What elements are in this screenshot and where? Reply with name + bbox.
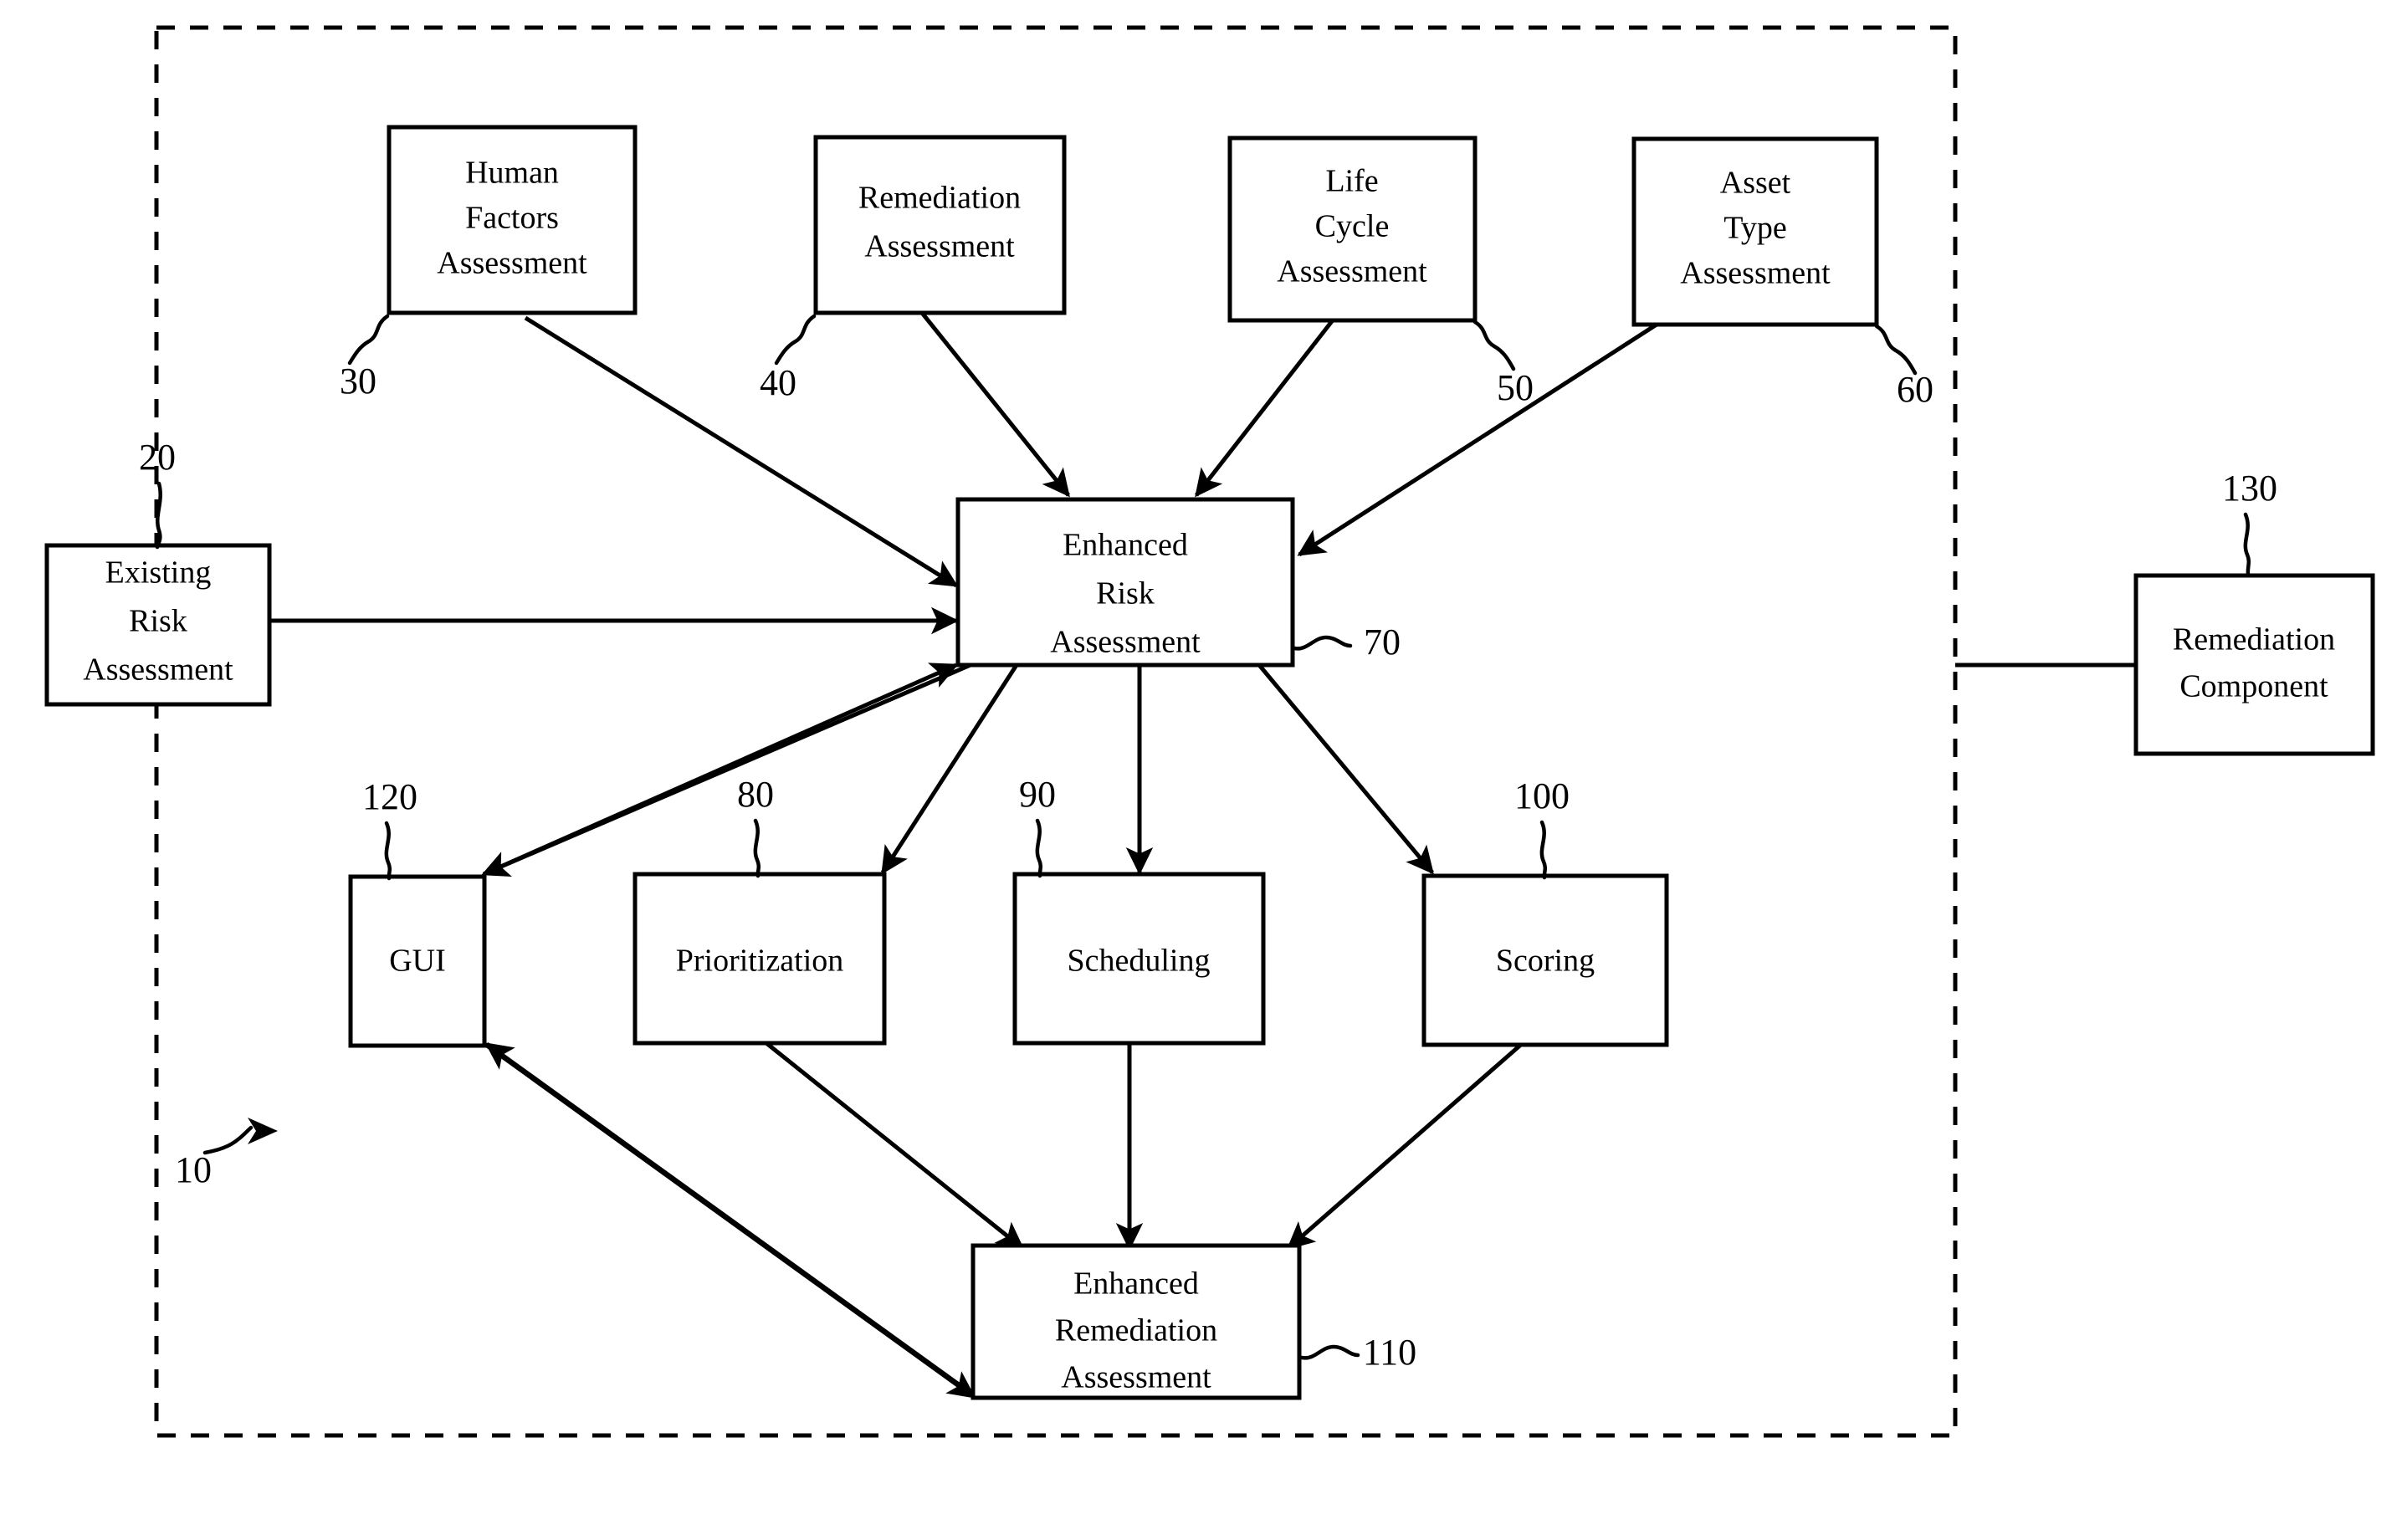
box-enhanced-risk-assessment[interactable]: Enhanced Risk Assessment: [955, 497, 1295, 668]
box-enhanced-remediation-assessment[interactable]: Enhanced Remediation Assessment: [971, 1243, 1302, 1400]
human-factors-line-2: Factors: [465, 201, 559, 236]
connector-prioritization-to-erema: [765, 1041, 1025, 1250]
remediation-component-line-2: Component: [2179, 669, 2328, 704]
existing-risk-line-2: Risk: [129, 604, 187, 639]
box-remediation-assessment[interactable]: Remediation Assessment: [813, 135, 1067, 315]
ref-numeral-scheduling: 90: [1019, 774, 1056, 878]
box-life-cycle-assessment[interactable]: Life Cycle Assessment: [1227, 136, 1478, 323]
asset-type-line-2: Type: [1723, 211, 1786, 246]
box-asset-type-assessment[interactable]: Asset Type Assessment: [1631, 136, 1879, 327]
remediation-assessment-line-1: Remediation: [858, 181, 1021, 216]
prioritization-label: Prioritization: [676, 944, 844, 979]
patent-figure: Existing Risk Assessment Human Factors A…: [0, 0, 2402, 1540]
existing-risk-line-1: Existing: [105, 555, 212, 591]
connector-remediation-assessment-to-era: [920, 311, 1070, 498]
existing-risk-line-3: Assessment: [83, 652, 233, 688]
ref-label-30: 30: [340, 361, 376, 402]
ref-numeral-scoring: 100: [1514, 775, 1570, 880]
box-remediation-component[interactable]: Remediation Component: [2133, 573, 2375, 756]
human-factors-line-1: Human: [465, 156, 559, 191]
asset-type-line-1: Asset: [1720, 166, 1791, 201]
ref-numeral-asset-type: 60: [1874, 324, 1933, 410]
ref-label-100: 100: [1514, 775, 1570, 816]
box-gui[interactable]: GUI: [348, 874, 487, 1048]
ref-numeral-prioritization: 80: [737, 774, 774, 878]
ref-label-110: 110: [1363, 1332, 1416, 1373]
enhanced-risk-line-2: Risk: [1096, 576, 1155, 611]
connector-gui-to-era: [482, 663, 959, 877]
box-scoring[interactable]: Scoring: [1421, 873, 1669, 1047]
ref-numeral-life-cycle: 50: [1472, 320, 1534, 408]
ref-label-50: 50: [1497, 367, 1534, 408]
box-human-factors-assessment[interactable]: Human Factors Assessment: [387, 125, 638, 315]
enhanced-risk-line-3: Assessment: [1050, 625, 1201, 660]
ref-label-20: 20: [139, 437, 176, 478]
connector-asset-type-to-era: [1297, 322, 1658, 557]
enhanced-remediation-line-2: Remediation: [1055, 1313, 1217, 1348]
scoring-label: Scoring: [1496, 944, 1595, 979]
remediation-assessment-line-2: Assessment: [864, 229, 1015, 264]
ref-numeral-existing-risk: 20: [139, 437, 176, 550]
box-prioritization[interactable]: Prioritization: [633, 872, 887, 1046]
connector-gui-to-erema: [485, 1043, 976, 1399]
ref-numeral-system: 10: [175, 1118, 278, 1190]
ref-label-70: 70: [1364, 622, 1401, 663]
ref-label-90: 90: [1019, 774, 1056, 815]
enhanced-remediation-line-1: Enhanced: [1073, 1266, 1199, 1302]
ref-numeral-gui: 120: [362, 776, 417, 881]
ref-numeral-remediation-assessment: 40: [760, 314, 817, 403]
enhanced-remediation-line-3: Assessment: [1061, 1360, 1211, 1395]
connector-life-cycle-to-era: [1195, 320, 1334, 498]
connector-human-factors-to-era: [524, 315, 959, 588]
ref-label-120: 120: [362, 776, 417, 817]
remediation-component-line-1: Remediation: [2173, 622, 2335, 657]
enhanced-risk-line-1: Enhanced: [1063, 528, 1188, 563]
ref-label-130: 130: [2222, 468, 2277, 509]
ref-numeral-enhanced-remediation: 110: [1299, 1332, 1416, 1373]
box-scheduling[interactable]: Scheduling: [1012, 872, 1266, 1046]
human-factors-line-3: Assessment: [437, 246, 587, 281]
ref-label-60: 60: [1897, 369, 1933, 410]
ref-numeral-remediation-component: 130: [2222, 468, 2277, 576]
life-cycle-line-2: Cycle: [1315, 209, 1390, 244]
life-cycle-line-1: Life: [1325, 164, 1378, 199]
ref-label-80: 80: [737, 774, 774, 815]
ref-numeral-human-factors: 30: [340, 314, 390, 402]
block-diagram-canvas: Existing Risk Assessment Human Factors A…: [44, 25, 2375, 1438]
ref-label-40: 40: [760, 362, 796, 403]
asset-type-line-3: Assessment: [1680, 256, 1831, 291]
connector-scoring-to-erema: [1286, 1041, 1524, 1250]
life-cycle-line-3: Assessment: [1277, 254, 1427, 289]
connector-era-to-scoring: [1257, 663, 1434, 875]
box-existing-risk-assessment[interactable]: Existing Risk Assessment: [44, 543, 272, 707]
scheduling-label: Scheduling: [1068, 944, 1211, 979]
gui-label: GUI: [389, 944, 446, 979]
ref-numeral-enhanced-risk: 70: [1292, 622, 1401, 663]
ref-label-10: 10: [175, 1149, 212, 1190]
